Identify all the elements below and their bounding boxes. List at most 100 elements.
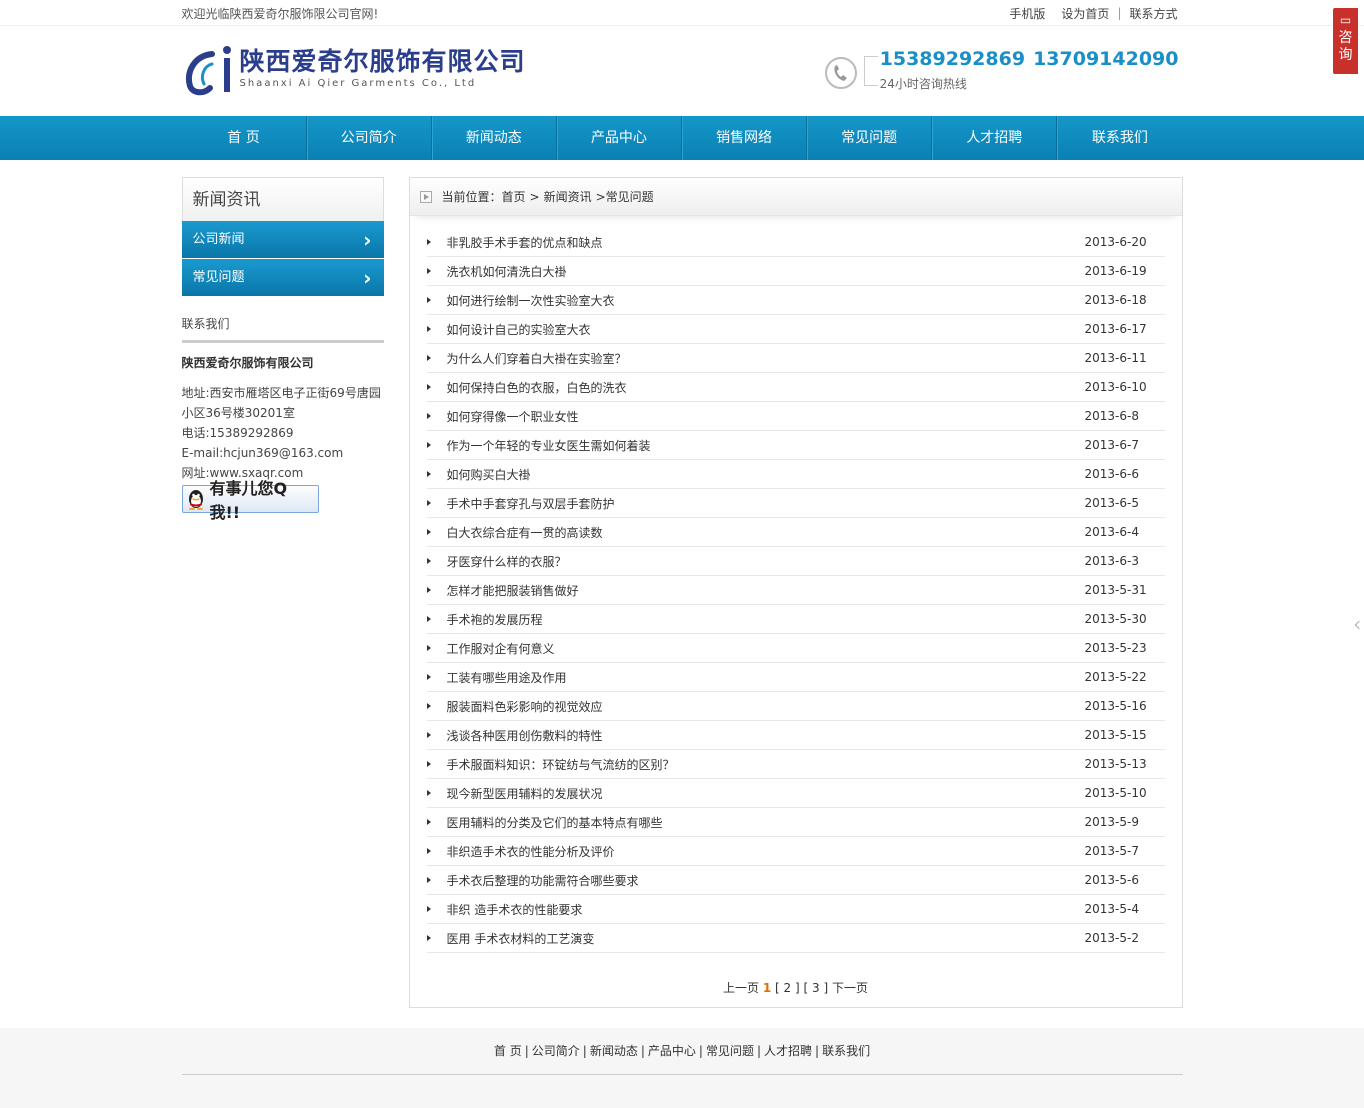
page-link-3[interactable]: [ 3 ] [804, 981, 829, 995]
nav-jobs[interactable]: 人才招聘 [932, 116, 1058, 160]
nav-faq[interactable]: 常见问题 [807, 116, 933, 160]
list-item[interactable]: 非乳胶手术手套的优点和缺点 2013-6-20 [426, 228, 1165, 257]
footer-link[interactable]: 新闻动态 [590, 1044, 638, 1058]
sidebar-item-company-news[interactable]: 公司新闻 › [181, 221, 384, 259]
prev-page-link[interactable]: 上一页 [723, 981, 759, 995]
logo[interactable]: 陕西爱奇尔服饰有限公司 Shaanxi Ai Qier Garments Co.… [184, 42, 526, 96]
nav-contact[interactable]: 联系我们 [1057, 116, 1182, 160]
contact-address-2: 小区36号楼30201室 [181, 406, 295, 420]
list-item[interactable]: 现今新型医用辅料的发展状况 2013-5-10 [426, 779, 1165, 808]
list-item[interactable]: 白大衣综合症有一贯的高读数 2013-6-4 [426, 518, 1165, 547]
page-link-2[interactable]: [ 2 ] [775, 981, 800, 995]
article-title[interactable]: 服装面料色彩影响的视觉效应 [447, 698, 1085, 715]
list-item[interactable]: 如何购买白大褂 2013-6-6 [426, 460, 1165, 489]
article-title[interactable]: 手术袍的发展历程 [447, 611, 1085, 628]
article-title[interactable]: 手术衣后整理的功能需符合哪些要求 [447, 872, 1085, 889]
article-title[interactable]: 如何购买白大褂 [447, 466, 1085, 483]
list-item[interactable]: 手术袍的发展历程 2013-5-30 [426, 605, 1165, 634]
list-item[interactable]: 牙医穿什么样的衣服？ 2013-6-3 [426, 547, 1165, 576]
mobile-link[interactable]: 手机版 [1001, 5, 1053, 22]
consult-float-button[interactable]: ▭ 咨询 [1333, 8, 1358, 74]
bullet-icon [426, 616, 431, 622]
article-title[interactable]: 为什么人们穿着白大褂在实验室？ [447, 350, 1085, 367]
article-title[interactable]: 怎样才能把服装销售做好 [447, 582, 1085, 599]
bullet-icon [426, 732, 431, 738]
list-item[interactable]: 为什么人们穿着白大褂在实验室？ 2013-6-11 [426, 344, 1165, 373]
set-homepage-link[interactable]: 设为首页 [1053, 5, 1117, 22]
article-title[interactable]: 手术中手套穿孔与双层手套防护 [447, 495, 1085, 512]
article-date: 2013-5-22 [1084, 670, 1147, 684]
footer-link[interactable]: 产品中心 [648, 1044, 696, 1058]
list-item[interactable]: 非织造手术衣的性能分析及评价 2013-5-7 [426, 837, 1165, 866]
bullet-icon [426, 529, 431, 535]
article-title[interactable]: 作为一个年轻的专业女医生需如何着装 [447, 437, 1085, 454]
footer-link[interactable]: 常见问题 [706, 1044, 754, 1058]
bullet-icon [426, 326, 431, 332]
article-title[interactable]: 工装有哪些用途及作用 [447, 669, 1085, 686]
list-item[interactable]: 非织 造手术衣的性能要求 2013-5-4 [426, 895, 1165, 924]
article-title[interactable]: 非乳胶手术手套的优点和缺点 [447, 234, 1085, 251]
list-item[interactable]: 手术中手套穿孔与双层手套防护 2013-6-5 [426, 489, 1165, 518]
breadcrumb-faq[interactable]: 常见问题 [606, 188, 654, 205]
divider: | [582, 1044, 587, 1058]
list-item[interactable]: 如何设计自己的实验室大衣 2013-6-17 [426, 315, 1165, 344]
article-date: 2013-6-11 [1084, 351, 1147, 365]
breadcrumb-home[interactable]: 首页 [502, 188, 526, 205]
contact-link[interactable]: 联系方式 [1121, 5, 1182, 22]
article-list: 非乳胶手术手套的优点和缺点 2013-6-20 洗衣机如何清洗白大褂 2013-6-1… [426, 228, 1165, 953]
article-title[interactable]: 医用辅料的分类及它们的基本特点有哪些 [447, 814, 1085, 831]
list-item[interactable]: 如何保持白色的衣服，白色的洗衣 2013-6-10 [426, 373, 1165, 402]
footer-divider [181, 1074, 1183, 1075]
list-item[interactable]: 作为一个年轻的专业女医生需如何着装 2013-6-7 [426, 431, 1165, 460]
article-title[interactable]: 医用 手术衣材料的工艺演变 [447, 930, 1085, 947]
footer-link[interactable]: 人才招聘 [764, 1044, 812, 1058]
article-title[interactable]: 如何保持白色的衣服，白色的洗衣 [447, 379, 1085, 396]
list-item[interactable]: 怎样才能把服装销售做好 2013-5-31 [426, 576, 1165, 605]
list-item[interactable]: 工装有哪些用途及作用 2013-5-22 [426, 663, 1165, 692]
article-title[interactable]: 非织 造手术衣的性能要求 [447, 901, 1085, 918]
next-page-link[interactable]: 下一页 [832, 981, 868, 995]
list-item[interactable]: 如何穿得像一个职业女性 2013-6-8 [426, 402, 1165, 431]
article-title[interactable]: 工作服对企有何意义 [447, 640, 1085, 657]
divider: | [524, 1044, 529, 1058]
nav-news[interactable]: 新闻动态 [432, 116, 557, 160]
sidebar-item-faq[interactable]: 常见问题 › [181, 259, 384, 297]
sidebar-item-label: 常见问题 [192, 270, 245, 285]
article-title[interactable]: 手术服面料知识：环锭纺与气流纺的区别？ [447, 756, 1085, 773]
article-title[interactable]: 白大衣综合症有一贯的高读数 [447, 524, 1085, 541]
nav-sales-network[interactable]: 销售网络 [682, 116, 808, 160]
footer-link[interactable]: 联系我们 [822, 1044, 870, 1058]
bullet-icon [426, 442, 431, 448]
bullet-icon [426, 848, 431, 854]
nav-home[interactable]: 首 页 [182, 116, 307, 160]
nav-about[interactable]: 公司简介 [307, 116, 432, 160]
footer-link[interactable]: 首 页 [494, 1044, 522, 1058]
divider: | [698, 1044, 703, 1058]
list-item[interactable]: 服装面料色彩影响的视觉效应 2013-5-16 [426, 692, 1165, 721]
hotline-bracket [863, 56, 878, 86]
article-title[interactable]: 现今新型医用辅料的发展状况 [447, 785, 1085, 802]
qq-chat-button[interactable]: 有事儿您Q我!! [181, 479, 319, 522]
article-title[interactable]: 如何穿得像一个职业女性 [447, 408, 1085, 425]
article-title[interactable]: 浅谈各种医用创伤敷料的特性 [447, 727, 1085, 744]
article-title[interactable]: 非织造手术衣的性能分析及评价 [447, 843, 1085, 860]
breadcrumb-news[interactable]: 新闻资讯 [544, 188, 592, 205]
list-item[interactable]: 医用 手术衣材料的工艺演变 2013-5-2 [426, 924, 1165, 953]
article-title[interactable]: 如何进行绘制一次性实验室大衣 [447, 292, 1085, 309]
list-item[interactable]: 手术服面料知识：环锭纺与气流纺的区别？ 2013-5-13 [426, 750, 1165, 779]
bullet-icon [426, 935, 431, 941]
list-item[interactable]: 如何进行绘制一次性实验室大衣 2013-6-18 [426, 286, 1165, 315]
consult-label: 咨询 [1338, 30, 1353, 63]
nav-products[interactable]: 产品中心 [557, 116, 682, 160]
bullet-icon [426, 297, 431, 303]
divider: | [756, 1044, 762, 1058]
article-title[interactable]: 牙医穿什么样的衣服？ [447, 553, 1085, 570]
list-item[interactable]: 医用辅料的分类及它们的基本特点有哪些 2013-5-9 [426, 808, 1165, 837]
article-title[interactable]: 洗衣机如何清洗白大褂 [447, 263, 1085, 280]
list-item[interactable]: 洗衣机如何清洗白大褂 2013-6-19 [426, 257, 1165, 286]
list-item[interactable]: 工作服对企有何意义 2013-5-23 [426, 634, 1165, 663]
list-item[interactable]: 浅谈各种医用创伤敷料的特性 2013-5-15 [426, 721, 1165, 750]
list-item[interactable]: 手术衣后整理的功能需符合哪些要求 2013-5-6 [426, 866, 1165, 895]
article-title[interactable]: 如何设计自己的实验室大衣 [447, 321, 1085, 338]
footer-link[interactable]: 公司简介 [532, 1044, 580, 1058]
